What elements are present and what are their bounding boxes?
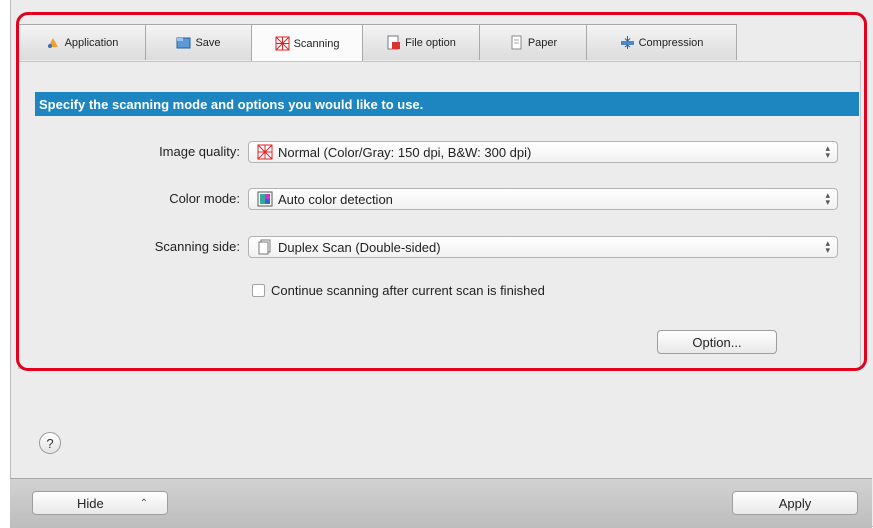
tab-scanning[interactable]: Scanning: [251, 24, 363, 62]
save-icon: [176, 35, 191, 50]
tab-scanning-label: Scanning: [293, 37, 340, 50]
tab-compression[interactable]: Compression: [586, 24, 737, 60]
scanning-side-label: Scanning side:: [154, 239, 240, 254]
application-icon: [46, 35, 61, 50]
scanning-side-value: Duplex Scan (Double-sided): [278, 239, 441, 255]
scanning-icon: [275, 36, 290, 51]
chevron-updown-icon: ▴ ▾: [825, 143, 830, 160]
tab-file-option[interactable]: File option: [362, 24, 480, 60]
tab-paper[interactable]: Paper: [479, 24, 587, 60]
auto-color-icon: [256, 191, 273, 207]
help-icon: ?: [46, 435, 54, 451]
tab-save[interactable]: Save: [145, 24, 252, 60]
continue-scanning-label: Continue scanning after current scan is …: [271, 283, 545, 298]
instruction-banner: Specify the scanning mode and options yo…: [35, 92, 859, 116]
color-mode-label: Color mode:: [169, 191, 240, 206]
hide-button[interactable]: Hide ⌃: [32, 491, 168, 515]
continue-scanning-row: Continue scanning after current scan is …: [252, 283, 545, 298]
tab-paper-label: Paper: [527, 36, 558, 49]
color-mode-select[interactable]: Auto color detection ▴ ▾: [248, 188, 838, 210]
tab-bar: Application Save Scanning File option Pa…: [18, 24, 737, 62]
image-quality-select[interactable]: Normal (Color/Gray: 150 dpi, B&W: 300 dp…: [248, 141, 838, 163]
help-button[interactable]: ?: [39, 432, 61, 454]
file-option-icon: [386, 35, 401, 50]
paper-icon: [509, 35, 524, 50]
duplex-icon: [256, 239, 273, 255]
tab-application-label: Application: [64, 36, 119, 49]
hide-button-label: Hide: [77, 495, 104, 511]
image-quality-label: Image quality:: [159, 144, 240, 159]
chevron-updown-icon: ▴ ▾: [825, 190, 830, 207]
compression-icon: [620, 35, 635, 50]
chevron-updown-icon: ▴ ▾: [825, 238, 830, 255]
tab-application[interactable]: Application: [18, 24, 146, 60]
chevron-up-icon: ⌃: [139, 497, 149, 509]
apply-button[interactable]: Apply: [732, 491, 858, 515]
tab-save-label: Save: [195, 36, 221, 49]
image-quality-icon: [256, 144, 273, 160]
tab-compression-label: Compression: [638, 36, 704, 49]
image-quality-value: Normal (Color/Gray: 150 dpi, B&W: 300 dp…: [278, 144, 532, 160]
continue-scanning-checkbox[interactable]: [252, 284, 265, 297]
color-mode-value: Auto color detection: [278, 191, 393, 207]
option-button[interactable]: Option...: [657, 330, 777, 354]
scanning-side-select[interactable]: Duplex Scan (Double-sided) ▴ ▾: [248, 236, 838, 258]
tab-file-option-label: File option: [405, 36, 456, 49]
